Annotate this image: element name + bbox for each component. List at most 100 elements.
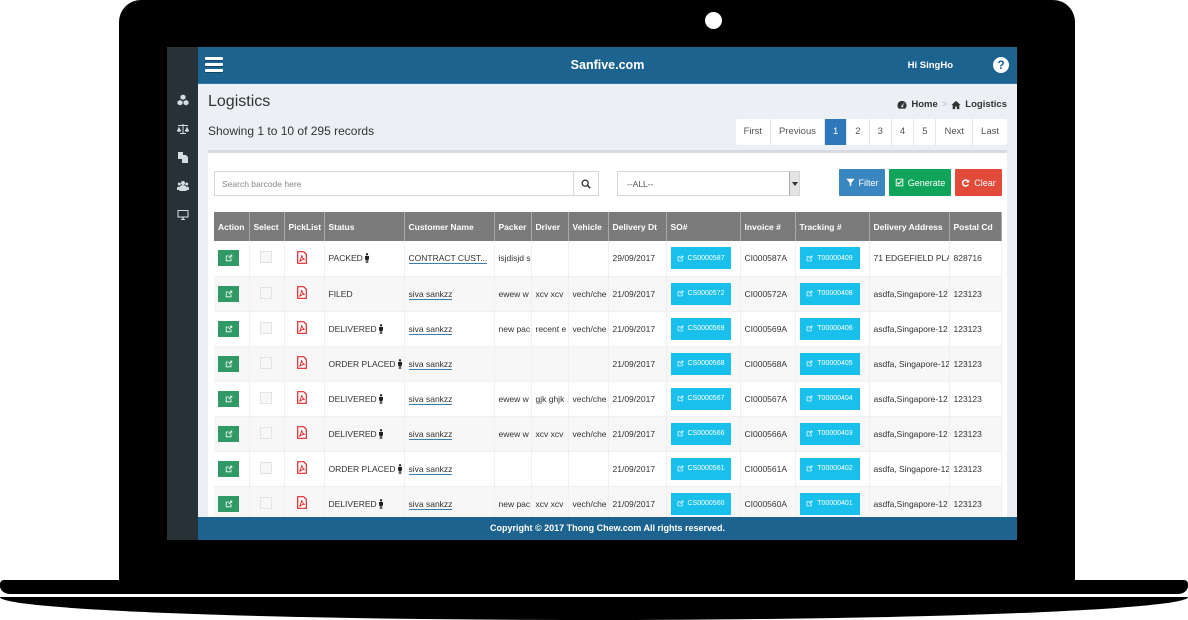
so-link-button[interactable]: CS0000566: [670, 422, 731, 445]
tracking-link-button[interactable]: T00000403: [799, 422, 860, 445]
row-select-checkbox[interactable]: [259, 496, 272, 509]
pagination-page-1[interactable]: 1: [824, 119, 847, 145]
cell-delivery-date: 21/09/2017: [608, 346, 667, 382]
sidebar-item-monitor[interactable]: [167, 207, 198, 223]
pagination-last[interactable]: Last: [972, 119, 1007, 145]
pagination-first[interactable]: First: [736, 119, 770, 145]
cell-status: ORDER PLACED: [324, 451, 405, 487]
chevron-down-icon[interactable]: [789, 172, 799, 195]
column-header[interactable]: Driver: [531, 212, 569, 241]
row-select-checkbox[interactable]: [259, 321, 272, 334]
edit-button[interactable]: [218, 320, 239, 337]
tracking-link-button[interactable]: T00000406: [799, 317, 860, 340]
pagination-page-5[interactable]: 5: [913, 119, 935, 145]
page-title: Logistics: [208, 93, 271, 110]
so-link-button[interactable]: CS0000560: [670, 492, 731, 515]
question-circle-icon[interactable]: ?: [993, 57, 1009, 73]
column-header[interactable]: Invoice #: [740, 212, 796, 241]
so-link-button[interactable]: CS0000568: [670, 352, 731, 375]
picklist-pdf-link[interactable]: [296, 250, 307, 264]
so-link-button[interactable]: CS0000587: [670, 247, 731, 270]
customer-link[interactable]: siva sankzz: [408, 463, 453, 475]
picklist-pdf-link[interactable]: [296, 461, 307, 474]
tracking-link-button[interactable]: T00000402: [799, 457, 860, 480]
search-button[interactable]: [573, 172, 598, 195]
row-select-checkbox[interactable]: [259, 391, 272, 404]
customer-link[interactable]: CONTRACT CUST...: [408, 253, 488, 265]
column-header[interactable]: Status: [324, 212, 405, 241]
row-select-checkbox[interactable]: [259, 251, 272, 264]
so-link-button[interactable]: CS0000569: [670, 317, 731, 340]
sidebar-item-documents[interactable]: [167, 149, 198, 165]
status-select[interactable]: --ALL--: [617, 171, 800, 196]
edit-button[interactable]: [218, 355, 239, 372]
tracking-link-button[interactable]: T00000408: [799, 282, 860, 305]
picklist-pdf-link[interactable]: [296, 286, 307, 299]
pagination-page-2[interactable]: 2: [846, 119, 868, 145]
cell-tracking: T00000401: [795, 486, 870, 522]
edit-button[interactable]: [218, 425, 239, 442]
column-header[interactable]: Select: [249, 212, 285, 241]
cell-customer: siva sankzz: [404, 381, 495, 417]
column-header[interactable]: Delivery Address: [869, 212, 950, 241]
column-header[interactable]: SO#: [666, 212, 741, 241]
customer-link[interactable]: siva sankzz: [408, 498, 453, 510]
edit-button[interactable]: [218, 460, 239, 477]
sidebar-item-users[interactable]: [167, 178, 198, 194]
picklist-pdf-link[interactable]: [296, 391, 307, 404]
tracking-link-button[interactable]: T00000405: [799, 352, 860, 375]
generate-button[interactable]: Generate: [889, 169, 951, 196]
hamburger-icon[interactable]: [205, 57, 223, 73]
filter-icon: [845, 178, 855, 187]
customer-link[interactable]: siva sankzz: [408, 428, 453, 440]
pagination-next[interactable]: Next: [935, 119, 972, 145]
edit-button[interactable]: [218, 390, 239, 407]
row-select-checkbox[interactable]: [259, 286, 272, 299]
column-header[interactable]: Tracking #: [795, 212, 870, 241]
column-header[interactable]: Postal Cd: [949, 212, 1002, 241]
user-greeting[interactable]: Hi SingHo: [908, 60, 953, 71]
cell-customer: siva sankzz: [404, 451, 495, 487]
row-select-checkbox[interactable]: [259, 426, 272, 439]
pagination-previous[interactable]: Previous: [770, 119, 824, 145]
so-link-button[interactable]: CS0000561: [670, 457, 731, 480]
search-barcode-input[interactable]: [215, 172, 573, 195]
row-select-checkbox[interactable]: [259, 356, 272, 369]
column-header[interactable]: Action: [214, 212, 250, 241]
brand-title[interactable]: Sanfive.com: [571, 58, 645, 72]
customer-link[interactable]: siva sankzz: [408, 288, 453, 300]
tracking-link-button[interactable]: T00000409: [799, 247, 860, 270]
row-select-checkbox[interactable]: [259, 461, 272, 474]
column-header[interactable]: Packer: [494, 212, 532, 241]
tracking-link-button[interactable]: T00000404: [799, 387, 860, 410]
edit-button[interactable]: [218, 495, 239, 512]
so-link-button[interactable]: CS0000572: [670, 282, 731, 305]
edit-button[interactable]: [218, 250, 239, 267]
tracking-link-button[interactable]: T00000401: [799, 492, 860, 515]
breadcrumb-home[interactable]: Home: [911, 99, 937, 110]
picklist-pdf-link[interactable]: [296, 426, 307, 439]
column-header[interactable]: Vehicle: [568, 212, 609, 241]
column-header[interactable]: Delivery Dt: [608, 212, 667, 241]
picklist-pdf-link[interactable]: [296, 356, 307, 369]
clear-button[interactable]: Clear: [955, 169, 1002, 196]
picklist-pdf-link[interactable]: [296, 496, 307, 509]
sidebar-item-cubes[interactable]: [167, 92, 198, 108]
customer-link[interactable]: siva sankzz: [408, 358, 453, 370]
sidebar-item-balance[interactable]: [167, 121, 198, 137]
generate-label: Generate: [907, 177, 946, 188]
edit-button[interactable]: [218, 285, 239, 302]
column-header[interactable]: PickList: [284, 212, 325, 241]
customer-link[interactable]: siva sankzz: [408, 323, 453, 335]
so-link-button[interactable]: CS0000567: [670, 387, 731, 410]
so-number: CS0000560: [687, 500, 725, 507]
pagination-page-3[interactable]: 3: [868, 119, 891, 145]
external-link-icon: [677, 325, 683, 332]
filter-button[interactable]: Filter: [839, 169, 885, 196]
customer-link[interactable]: siva sankzz: [408, 393, 453, 405]
cell-driver: recent e: [531, 311, 569, 347]
picklist-pdf-link[interactable]: [296, 321, 307, 334]
pagination-page-4[interactable]: 4: [890, 119, 913, 145]
cell-invoice: CI000572A: [740, 276, 796, 312]
column-header[interactable]: Customer Name: [404, 212, 495, 241]
